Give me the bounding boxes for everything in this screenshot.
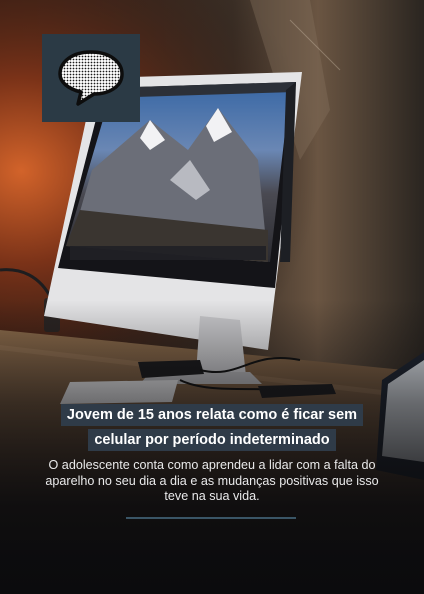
headline-line-2: celular por período indeterminado xyxy=(88,429,336,451)
headline: Jovem de 15 anos relata como é ficar sem… xyxy=(0,404,424,454)
comment-badge xyxy=(42,34,140,122)
speech-bubble-icon xyxy=(58,50,124,106)
post-description: O adolescente conta como aprendeu a lida… xyxy=(45,458,379,503)
headline-line-1: Jovem de 15 anos relata como é ficar sem xyxy=(60,404,364,426)
divider xyxy=(126,517,296,519)
post-card: Jovem de 15 anos relata como é ficar sem… xyxy=(0,0,424,594)
